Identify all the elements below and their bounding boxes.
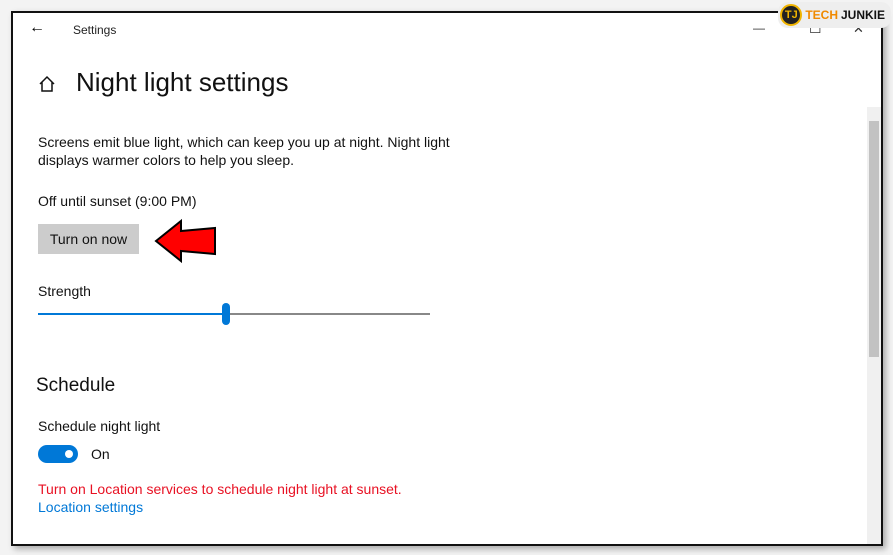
settings-window: ← Settings — ☐ ✕ Night light settings Sc… — [11, 11, 883, 546]
location-warning: Turn on Location services to schedule ni… — [38, 481, 402, 497]
techjunkie-watermark: TJ TECH JUNKIE — [778, 2, 891, 28]
minimize-button[interactable]: — — [753, 21, 765, 35]
description-2: displays warmer colors to help you sleep… — [38, 152, 295, 168]
back-button[interactable]: ← — [29, 19, 45, 37]
home-icon[interactable] — [38, 75, 56, 93]
page-title: Night light settings — [76, 67, 289, 97]
schedule-heading: Schedule — [36, 375, 116, 396]
schedule-label: Schedule night light — [38, 418, 161, 434]
app-title: Settings — [73, 23, 117, 37]
strength-label: Strength — [38, 283, 91, 299]
scrollbar-thumb[interactable] — [869, 121, 879, 357]
techjunkie-logo: TJ — [780, 4, 803, 26]
slider-track[interactable] — [226, 313, 430, 315]
slider-fill — [38, 313, 226, 315]
schedule-toggle[interactable] — [38, 445, 78, 463]
strength-slider-thumb[interactable] — [222, 303, 230, 325]
red-arrow-icon — [154, 218, 216, 264]
scrollbar[interactable] — [867, 107, 881, 544]
location-settings-link[interactable]: Location settings — [38, 499, 143, 515]
toggle-state: On — [91, 446, 110, 462]
status-text: Off until sunset (9:00 PM) — [38, 193, 197, 209]
turn-on-now-button[interactable]: Turn on now — [38, 224, 139, 254]
description: Screens emit blue light, which can keep … — [38, 134, 450, 150]
